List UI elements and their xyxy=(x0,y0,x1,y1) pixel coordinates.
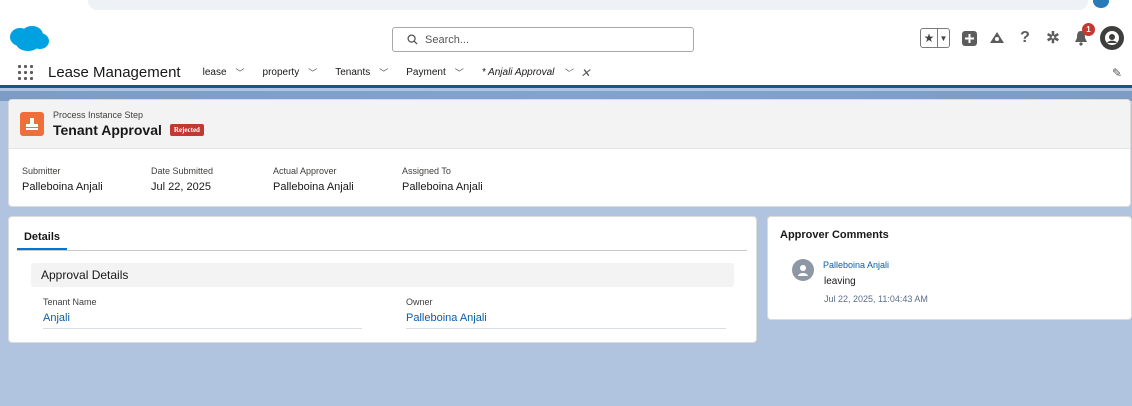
tab-details[interactable]: Details xyxy=(17,225,67,251)
notification-count-badge: 1 xyxy=(1082,23,1095,36)
nav-item-label: Tenants xyxy=(335,67,371,78)
nav-item-payment[interactable]: Payment ﹀ xyxy=(406,66,463,79)
app-navigation-bar: Lease Management lease ﹀ property ﹀ Tena… xyxy=(0,60,1132,88)
field-tenant-name: Tenant Name Anjali xyxy=(43,297,362,329)
field-label: Submitter xyxy=(22,166,61,176)
field-value: Palleboina Anjali xyxy=(273,181,354,193)
field-label: Owner xyxy=(406,297,433,307)
entity-label: Process Instance Step xyxy=(53,110,144,120)
highlight-field-assigned-to: Assigned To Palleboina Anjali xyxy=(402,166,483,193)
field-value: Palleboina Anjali xyxy=(402,181,483,193)
approver-comments-card: Approver Comments Palleboina Anjali leav… xyxy=(767,216,1132,320)
comment-author-link[interactable]: Palleboina Anjali xyxy=(823,260,889,270)
star-icon[interactable]: ★ xyxy=(921,29,937,47)
user-avatar[interactable] xyxy=(1100,26,1124,50)
comment-text: leaving xyxy=(824,276,856,287)
nav-item-label: Payment xyxy=(406,67,446,78)
field-value: Palleboina Anjali xyxy=(22,181,103,193)
setup-gear-icon[interactable]: ✲ xyxy=(1044,29,1062,47)
field-label: Tenant Name xyxy=(43,297,97,307)
page-title: Tenant Approval Rejected xyxy=(53,122,204,138)
chevron-down-icon[interactable]: ﹀ xyxy=(308,66,317,79)
details-card: Details Approval Details Tenant Name Anj… xyxy=(8,216,757,343)
notifications-bell-icon[interactable]: 1 xyxy=(1072,23,1095,47)
browser-profile-icon[interactable] xyxy=(1093,0,1109,8)
owner-link[interactable]: Palleboina Anjali xyxy=(406,312,726,329)
field-label: Actual Approver xyxy=(273,166,337,176)
highlight-field-actual-approver: Actual Approver Palleboina Anjali xyxy=(273,166,354,193)
tab-anjali-approval[interactable]: * Anjali Approval ﹀ ✕ xyxy=(482,66,591,80)
search-icon xyxy=(407,34,418,45)
browser-address-bar[interactable] xyxy=(88,0,1088,10)
trailhead-icon[interactable] xyxy=(988,29,1006,47)
app-launcher-icon[interactable] xyxy=(18,64,34,81)
record-highlights-panel: Process Instance Step Tenant Approval Re… xyxy=(8,99,1131,207)
global-header: Search... ★ ▼ ? ✲ 1 xyxy=(0,16,1132,60)
tenant-name-link[interactable]: Anjali xyxy=(43,312,362,329)
chevron-down-icon[interactable]: ﹀ xyxy=(563,66,572,79)
nav-item-tenants[interactable]: Tenants ﹀ xyxy=(335,66,388,79)
field-owner: Owner Palleboina Anjali xyxy=(406,297,726,329)
nav-item-lease[interactable]: lease ﹀ xyxy=(203,66,245,79)
nav-item-label: property xyxy=(262,67,300,78)
section-approval-details[interactable]: Approval Details xyxy=(31,263,734,287)
comment-timestamp: Jul 22, 2025, 11:04:43 AM xyxy=(824,294,928,304)
favorites-button-group[interactable]: ★ ▼ xyxy=(920,28,950,48)
approval-record-icon xyxy=(20,112,44,136)
field-value: Jul 22, 2025 xyxy=(151,181,211,193)
search-placeholder: Search... xyxy=(425,33,470,46)
nav-item-label: lease xyxy=(202,67,227,78)
user-avatar-icon xyxy=(792,259,814,281)
record-title-text: Tenant Approval xyxy=(53,122,162,138)
edit-nav-pencil-icon[interactable]: ✎ xyxy=(1112,66,1122,80)
close-icon[interactable]: ✕ xyxy=(580,66,590,80)
record-header: Process Instance Step Tenant Approval Re… xyxy=(9,100,1130,149)
active-tab-label: * Anjali Approval xyxy=(481,67,555,78)
highlight-field-date-submitted: Date Submitted Jul 22, 2025 xyxy=(151,166,213,193)
help-icon[interactable]: ? xyxy=(1016,29,1034,47)
status-badge: Rejected xyxy=(169,124,204,136)
global-search-input[interactable]: Search... xyxy=(392,27,694,52)
highlight-field-submitter: Submitter Palleboina Anjali xyxy=(22,166,103,193)
field-label: Date Submitted xyxy=(151,166,214,176)
header-utility-icons: ★ ▼ ? ✲ 1 xyxy=(920,23,1124,52)
comments-title: Approver Comments xyxy=(780,229,889,241)
chevron-down-icon[interactable]: ﹀ xyxy=(379,66,388,79)
nav-item-property[interactable]: property ﹀ xyxy=(263,66,318,79)
chevron-down-icon[interactable]: ﹀ xyxy=(236,66,245,79)
salesforce-logo-icon[interactable] xyxy=(8,25,50,53)
app-name: Lease Management xyxy=(48,64,181,81)
favorites-dropdown-icon[interactable]: ▼ xyxy=(937,29,949,47)
field-label: Assigned To xyxy=(402,166,451,176)
global-actions-icon[interactable] xyxy=(960,29,978,47)
browser-address-strip xyxy=(0,0,1132,16)
chevron-down-icon[interactable]: ﹀ xyxy=(455,66,464,79)
tab-divider xyxy=(17,250,747,251)
